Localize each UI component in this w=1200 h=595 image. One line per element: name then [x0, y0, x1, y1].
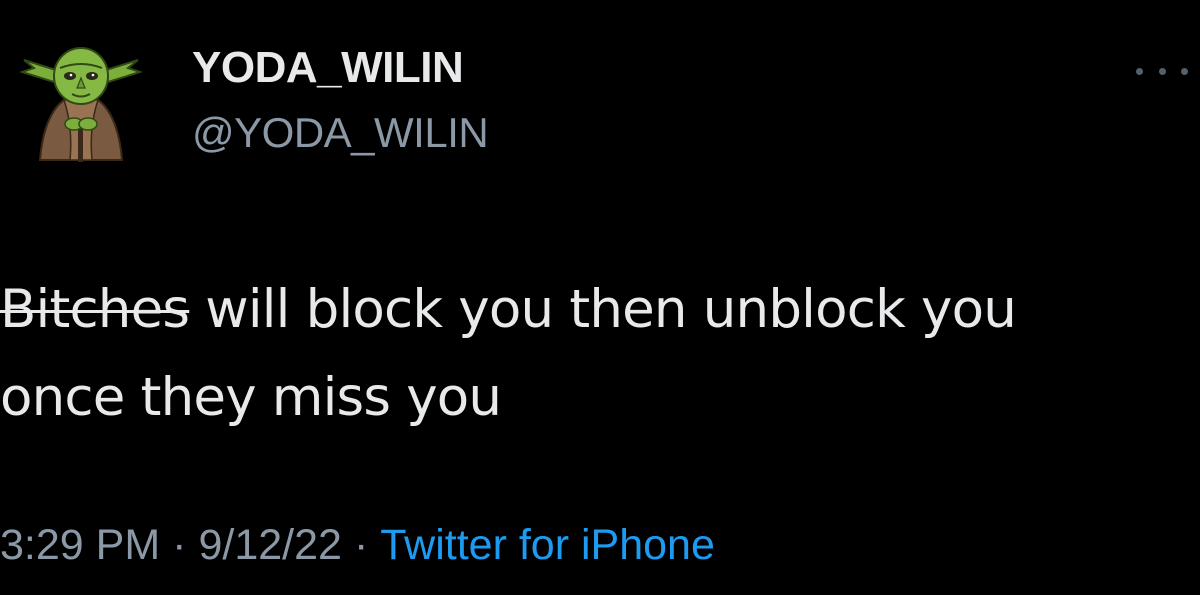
more-dot [1158, 67, 1166, 75]
more-dot [1136, 67, 1143, 75]
tweet: YODA_WILIN @YODA_WILIN Bitches will bloc… [0, 0, 1200, 595]
tweet-date[interactable]: 9/12/22 [198, 521, 341, 569]
source-link[interactable]: Twitter for iPhone [380, 521, 715, 569]
yoda-avatar-icon[interactable] [20, 38, 142, 166]
separator: · [353, 521, 369, 569]
tweet-text-line-1: Bitches will block you then unblock you [0, 266, 1200, 354]
more-dot [1181, 67, 1188, 75]
tweet-time[interactable]: 3:29 PM [0, 521, 160, 569]
display-name[interactable]: YODA_WILIN [192, 46, 464, 90]
more-options-icon[interactable] [1136, 60, 1188, 82]
struck-word: Bitches [0, 279, 190, 340]
tweet-text: Bitches will block you then unblock you … [0, 266, 1200, 442]
tweet-text-line-2: once they miss you [0, 367, 502, 428]
tweet-text-line-1-rest: will block you then unblock you [189, 279, 1017, 340]
user-handle[interactable]: @YODA_WILIN [192, 112, 489, 154]
tweet-metadata: 3:29 PM · 9/12/22 · Twitter for iPhone [0, 524, 715, 567]
separator: · [172, 521, 187, 569]
